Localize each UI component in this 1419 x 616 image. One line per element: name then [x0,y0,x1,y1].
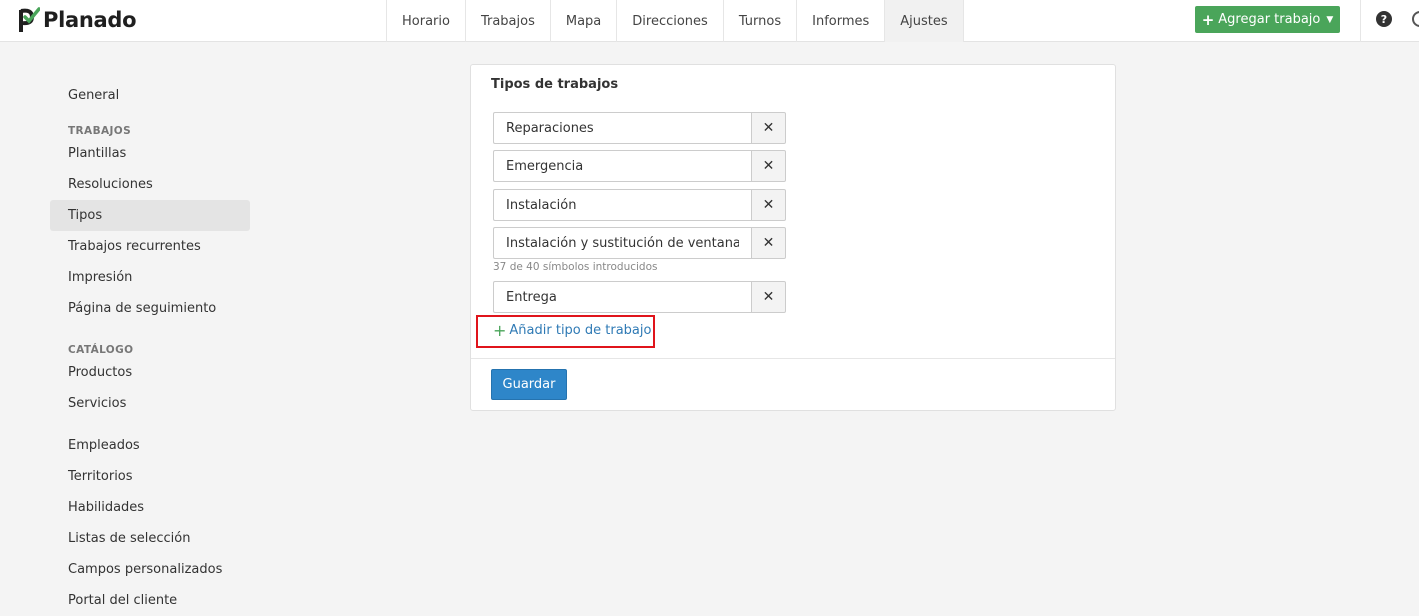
sidebar-item-resoluciones[interactable]: Resoluciones [50,169,250,200]
top-bar: Planado Horario Trabajos Mapa Direccione… [0,0,1419,42]
sidebar-item-listas-seleccion[interactable]: Listas de selección [50,523,250,554]
close-icon: ✕ [762,120,775,136]
add-job-label: Agregar trabajo [1218,12,1321,27]
close-icon: ✕ [762,197,775,213]
settings-sidebar: General TRABAJOS Plantillas Resoluciones… [50,80,250,616]
sidebar-item-campos-personalizados[interactable]: Campos personalizados [50,554,250,585]
sidebar-item-productos[interactable]: Productos [50,357,250,388]
sidebar-item-general[interactable]: General [50,80,250,111]
sidebar-item-habilidades[interactable]: Habilidades [50,492,250,523]
sidebar-item-portal-cliente[interactable]: Portal del cliente [50,585,250,616]
add-type-label: Añadir tipo de trabajo [509,323,652,338]
nav-trabajos[interactable]: Trabajos [464,0,550,42]
close-icon: ✕ [762,158,775,174]
remove-type-button[interactable]: ✕ [751,189,786,221]
nav-ajustes[interactable]: Ajustes [884,0,964,42]
nav-direcciones[interactable]: Direcciones [616,0,723,42]
remove-type-button[interactable]: ✕ [751,227,786,259]
close-icon: ✕ [762,235,775,251]
type-row: ✕ [493,189,786,221]
sidebar-item-pagina-seguimiento[interactable]: Página de seguimiento [50,293,250,324]
main-nav: Horario Trabajos Mapa Direcciones Turnos… [386,0,964,42]
sidebar-item-impresion[interactable]: Impresión [50,262,250,293]
logo[interactable]: Planado [18,6,137,34]
nav-turnos[interactable]: Turnos [722,0,796,42]
remove-type-button[interactable]: ✕ [751,112,786,144]
type-input[interactable] [493,112,751,144]
save-button[interactable]: Guardar [491,369,567,400]
user-icon[interactable] [1412,11,1419,27]
sidebar-item-territorios[interactable]: Territorios [50,461,250,492]
card-divider [471,358,1115,359]
sidebar-item-plantillas[interactable]: Plantillas [50,138,250,169]
sidebar-header-trabajos: TRABAJOS [68,125,132,137]
remove-type-button[interactable]: ✕ [751,150,786,182]
type-row: ✕ [493,150,786,182]
sidebar-item-tipos[interactable]: Tipos [50,200,250,231]
top-divider [1360,0,1361,42]
sidebar-item-empleados[interactable]: Empleados [50,430,250,461]
type-input[interactable] [493,189,751,221]
nav-informes[interactable]: Informes [796,0,884,42]
type-row: ✕ [493,112,786,144]
sidebar-item-servicios[interactable]: Servicios [50,388,250,419]
type-row: ✕ [493,227,786,259]
type-input[interactable] [493,281,751,313]
type-input[interactable] [493,227,751,259]
close-icon: ✕ [762,289,775,305]
nav-horario[interactable]: Horario [386,0,465,42]
type-row: ✕ [493,281,786,313]
remove-type-button[interactable]: ✕ [751,281,786,313]
logo-text: Planado [43,8,137,32]
nav-mapa[interactable]: Mapa [549,0,616,42]
help-icon[interactable]: ? [1376,11,1392,27]
job-types-card: Tipos de trabajos ✕ ✕ ✕ ✕ 37 de 40 símbo… [470,64,1116,411]
plus-icon: + [493,321,507,340]
char-counter: 37 de 40 símbolos introducidos [493,261,658,273]
add-job-button[interactable]: + Agregar trabajo ▼ [1195,6,1340,33]
planado-logo-icon [18,7,40,33]
plus-icon: + [1201,10,1215,29]
sidebar-header-catalogo: CATÁLOGO [68,344,134,356]
page-title: Tipos de trabajos [491,77,619,92]
add-type-link[interactable]: + Añadir tipo de trabajo [493,321,651,340]
sidebar-item-trabajos-recurrentes[interactable]: Trabajos recurrentes [50,231,250,262]
caret-down-icon: ▼ [1326,14,1334,25]
type-input[interactable] [493,150,751,182]
